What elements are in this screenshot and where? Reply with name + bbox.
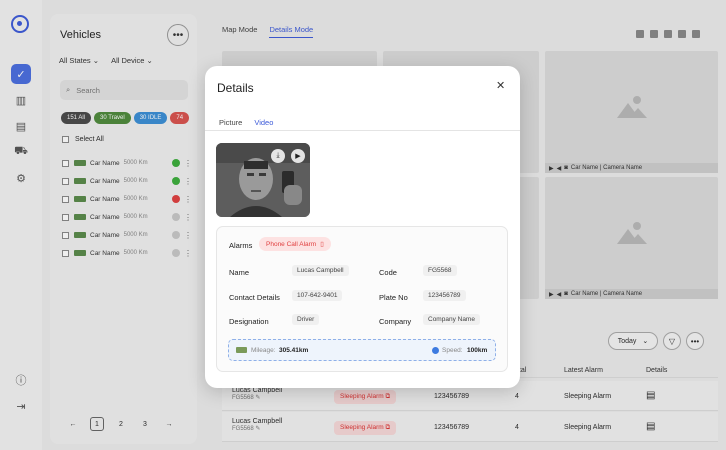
designation-value: Driver xyxy=(292,314,320,325)
details-card: Alarms Phone Call Alarm ▯ Name Lucas Camp… xyxy=(216,226,508,372)
name-value: Lucas Campbell xyxy=(292,265,349,276)
play-icon[interactable]: ▶ xyxy=(291,149,305,163)
download-icon[interactable]: ⤓ xyxy=(271,149,285,163)
details-modal: Details ✕ Picture Video ⤓ ▶ Alarms Phone… xyxy=(205,66,520,388)
modal-title: Details xyxy=(217,81,254,95)
plate-value: 123456789 xyxy=(423,290,466,301)
code-value: FG5568 xyxy=(423,265,457,276)
contact-value: 107-642-9401 xyxy=(292,290,343,301)
phone-icon: ▯ xyxy=(320,241,324,248)
speed-icon xyxy=(432,347,439,354)
truck-icon xyxy=(236,347,247,353)
alarm-tag: Phone Call Alarm ▯ xyxy=(259,237,331,251)
close-icon[interactable]: ✕ xyxy=(496,79,505,92)
trip-metrics: Mileage: 305.41km Speed: 100km xyxy=(228,339,496,361)
company-value: Company Name xyxy=(423,314,480,325)
divider xyxy=(205,130,520,131)
video-thumbnail[interactable]: ⤓ ▶ xyxy=(216,143,310,217)
